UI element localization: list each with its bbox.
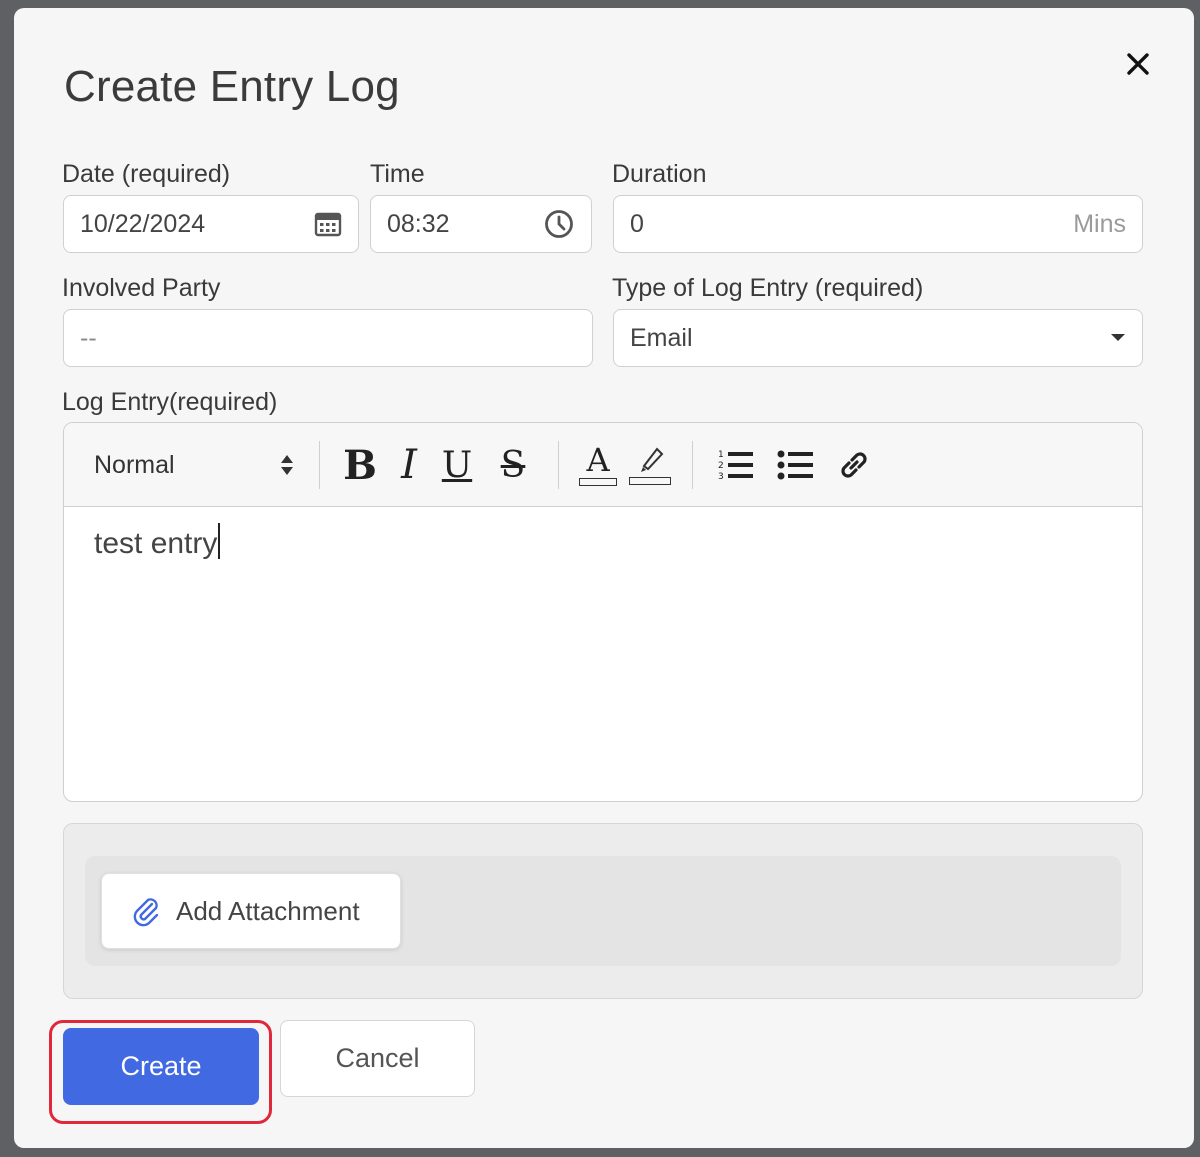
time-field[interactable]: 08:32 [370, 195, 592, 253]
editor-toolbar: Normal B I U S A 1 2 3 [64, 423, 1142, 507]
close-button[interactable] [1120, 46, 1156, 82]
strikethrough-button[interactable]: S [492, 423, 534, 507]
duration-unit: Mins [1073, 209, 1126, 238]
add-attachment-button[interactable]: Add Attachment [101, 873, 401, 949]
add-attachment-label: Add Attachment [176, 895, 360, 926]
text-caret [218, 523, 221, 559]
involved-party-label: Involved Party [62, 274, 221, 302]
link-button[interactable] [834, 423, 874, 507]
bullet-list-button[interactable] [776, 423, 816, 507]
involved-party-input[interactable]: -- [63, 309, 593, 367]
highlighter-icon [641, 447, 664, 472]
ordered-list-button[interactable]: 1 2 3 [716, 423, 756, 507]
underline-button[interactable]: U [437, 423, 477, 507]
sort-arrows-icon [281, 455, 293, 475]
bullet-list-icon [777, 450, 813, 480]
italic-button[interactable]: I [391, 423, 427, 507]
dialog-title: Create Entry Log [64, 62, 400, 111]
create-entry-log-dialog: Create Entry Log Date (required) Time Du… [14, 8, 1194, 1148]
date-label: Date (required) [62, 160, 231, 188]
log-entry-label: Log Entry(required) [62, 388, 278, 416]
date-field[interactable]: 10/22/2024 [63, 195, 359, 253]
link-icon [841, 452, 867, 478]
log-type-label: Type of Log Entry (required) [612, 274, 924, 302]
paperclip-icon [133, 898, 159, 927]
time-label: Time [370, 160, 425, 188]
text-color-icon: A [586, 441, 610, 479]
create-button[interactable]: Create [63, 1028, 259, 1105]
attachment-section: Add Attachment [63, 823, 1143, 999]
ordered-list-icon: 1 2 3 [718, 450, 753, 482]
close-icon [1127, 53, 1149, 75]
time-value: 08:32 [387, 209, 450, 238]
date-value: 10/22/2024 [80, 209, 206, 238]
duration-field[interactable]: 0 Mins [613, 195, 1143, 253]
calendar-icon[interactable] [314, 210, 342, 238]
editor-text: test entry [94, 527, 218, 560]
duration-value: 0 [630, 209, 644, 238]
attachment-dropzone[interactable]: Add Attachment [85, 856, 1121, 966]
bold-button[interactable]: B [339, 423, 381, 507]
highlight-color-button[interactable] [628, 423, 672, 507]
rich-text-editor: Normal B I U S A 1 2 3 test entry [63, 422, 1143, 802]
cancel-button[interactable]: Cancel [280, 1020, 475, 1097]
svg-text:1: 1 [718, 450, 724, 460]
format-select[interactable]: Normal [94, 423, 294, 507]
format-select-value: Normal [94, 450, 175, 479]
log-type-value: Email [630, 323, 693, 352]
involved-party-value: -- [80, 323, 97, 352]
text-color-button[interactable]: A [576, 423, 620, 507]
duration-label: Duration [612, 160, 707, 188]
caret-down-icon [1111, 334, 1125, 341]
log-type-select[interactable]: Email [613, 309, 1143, 367]
editor-content[interactable]: test entry [94, 523, 221, 561]
clock-icon[interactable] [543, 208, 575, 240]
svg-text:3: 3 [718, 472, 724, 482]
svg-text:2: 2 [718, 461, 724, 471]
